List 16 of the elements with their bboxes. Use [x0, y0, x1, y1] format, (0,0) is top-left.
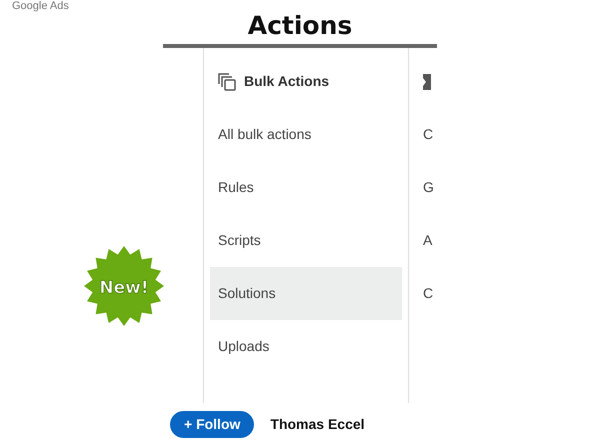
menu-item[interactable]: Scripts — [210, 214, 402, 267]
menu-item[interactable]: A — [409, 214, 437, 267]
logo-text: Google Ads — [11, 0, 70, 12]
page-title: Actions — [248, 11, 352, 40]
menu-item[interactable]: All bulk actions — [210, 108, 402, 161]
menu-item[interactable]: C — [409, 267, 437, 320]
menu-item[interactable]: Uploads — [210, 320, 402, 373]
menu-item[interactable]: Solutions — [210, 267, 402, 320]
follow-button[interactable]: + Follow — [170, 411, 254, 438]
author-name: Thomas Eccel — [270, 415, 365, 434]
menu-item[interactable]: C — [409, 108, 437, 161]
menu-header: Bulk Actions — [244, 72, 330, 91]
copy-icon — [218, 72, 236, 90]
menu-item[interactable]: G — [409, 161, 437, 214]
new-badge: New! — [84, 246, 164, 326]
menu-item[interactable]: Rules — [210, 161, 402, 214]
